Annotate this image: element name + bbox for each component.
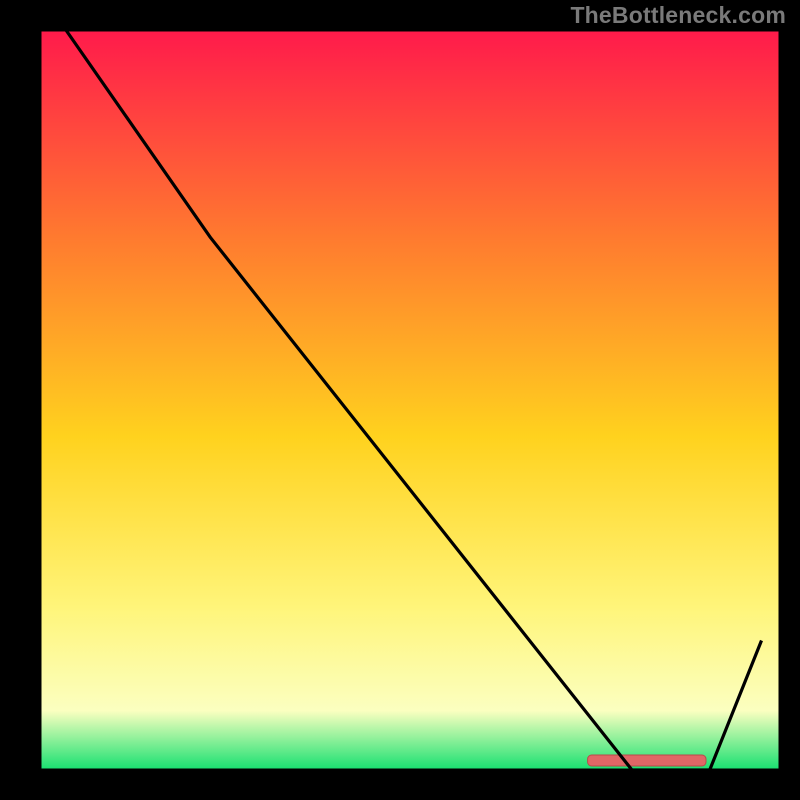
bottleneck-chart xyxy=(0,0,800,800)
gradient-background xyxy=(40,30,780,770)
chart-stage: TheBottleneck.com xyxy=(0,0,800,800)
optimum-marker xyxy=(588,755,706,766)
plot-area xyxy=(40,30,780,770)
